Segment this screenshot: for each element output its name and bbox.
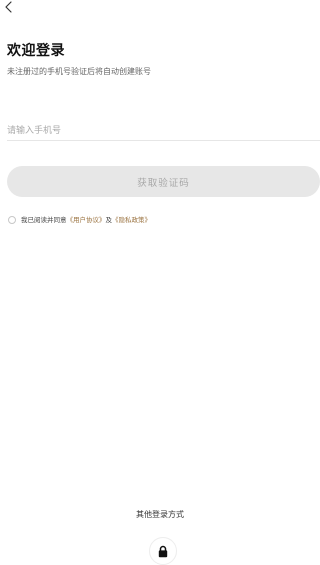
- privacy-policy-link[interactable]: 《隐私政策》: [112, 216, 151, 224]
- user-agreement-link[interactable]: 《用户协议》: [67, 216, 106, 224]
- agreement-radio[interactable]: [8, 216, 16, 224]
- back-button[interactable]: [2, 0, 16, 14]
- back-chevron-icon: [5, 1, 12, 13]
- phone-field: [7, 118, 320, 141]
- page-subtitle: 未注册过的手机号验证后将自动创建账号: [7, 67, 151, 76]
- agreement-text: 我已阅读并同意《用户协议》及《隐私政策》: [21, 215, 151, 225]
- phone-input[interactable]: [7, 122, 320, 140]
- get-verification-code-button[interactable]: 获取验证码: [7, 166, 320, 197]
- lock-icon: [158, 545, 168, 557]
- agreement-prefix: 我已阅读并同意: [21, 216, 67, 224]
- page-title: 欢迎登录: [7, 43, 65, 59]
- other-login-label: 其他登录方式: [136, 510, 184, 519]
- password-login-button[interactable]: [149, 537, 177, 565]
- agreement-row: 我已阅读并同意《用户协议》及《隐私政策》: [8, 213, 151, 227]
